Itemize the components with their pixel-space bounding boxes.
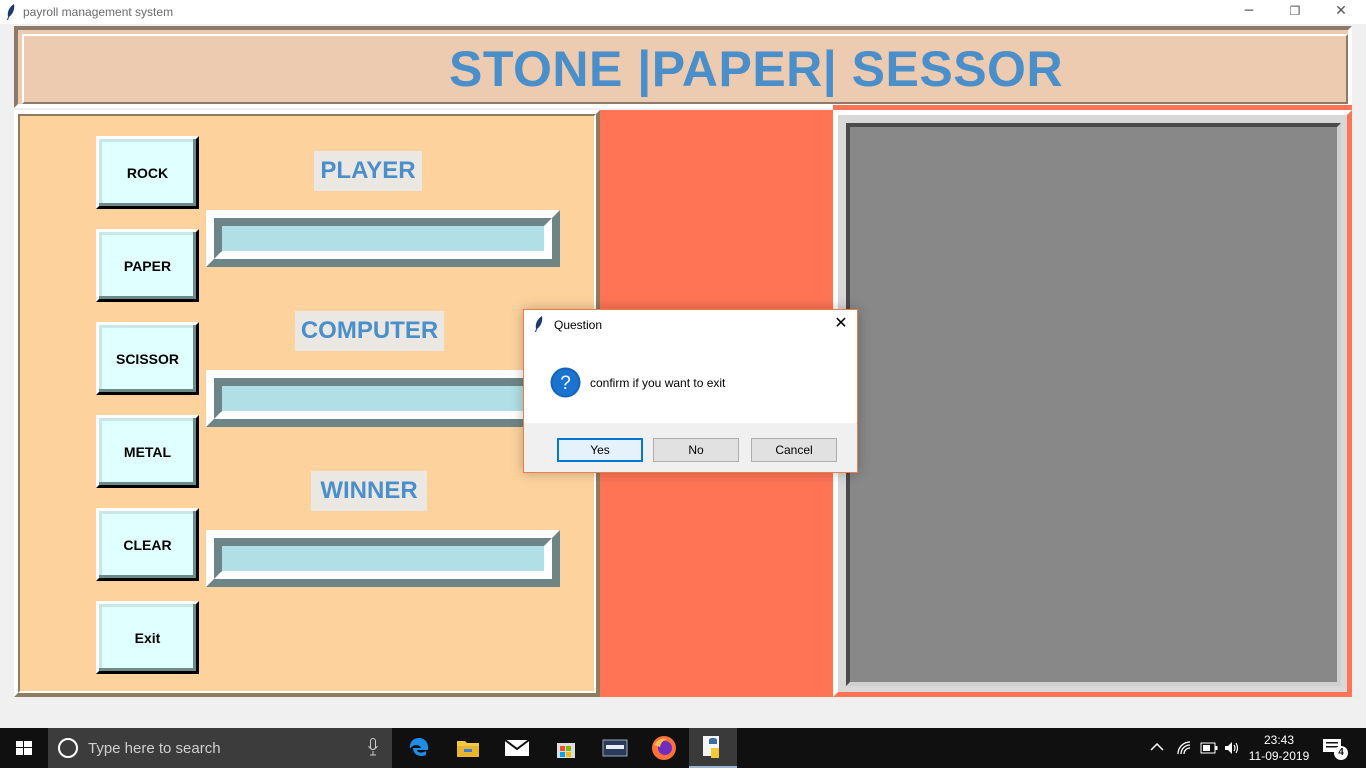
window-title: payroll management system	[23, 5, 174, 19]
display-panel	[833, 110, 1352, 697]
winner-label: WINNER	[311, 471, 427, 511]
microphone-icon[interactable]	[368, 738, 378, 756]
chevron-up-icon[interactable]	[1150, 742, 1164, 752]
windows-icon	[16, 741, 32, 755]
start-button[interactable]	[0, 728, 48, 768]
edge-icon[interactable]	[395, 728, 443, 768]
question-icon: ?	[550, 367, 581, 398]
exit-button[interactable]: Exit	[96, 601, 199, 674]
restore-button[interactable]: ❐	[1272, 0, 1318, 24]
dialog-button-bar: Yes No Cancel	[524, 423, 857, 472]
clock-date: 11-09-2019	[1248, 749, 1310, 763]
winner-entry[interactable]	[206, 530, 560, 587]
player-entry-field[interactable]	[214, 218, 552, 259]
app-header: STONE |PAPER| SESSOR	[14, 26, 1352, 108]
system-tray	[1150, 728, 1250, 768]
computer-label: COMPUTER	[295, 311, 444, 351]
firefox-icon[interactable]	[640, 728, 688, 768]
notification-center-button[interactable]: 4	[1322, 738, 1348, 760]
cancel-button[interactable]: Cancel	[751, 438, 837, 462]
computer-entry[interactable]	[206, 370, 560, 427]
battery-icon[interactable]	[1200, 742, 1218, 754]
player-label: PLAYER	[314, 151, 422, 191]
feather-icon	[535, 316, 543, 332]
close-button[interactable]: ✕	[1318, 0, 1364, 24]
window-title-bar: payroll management system ─ ❐ ✕	[0, 0, 1366, 24]
player-entry[interactable]	[206, 210, 560, 267]
display-canvas	[846, 123, 1341, 686]
metal-button[interactable]: METAL	[96, 415, 199, 488]
app-title: STONE |PAPER| SESSOR	[449, 41, 1064, 97]
file-explorer-icon[interactable]	[444, 728, 492, 768]
yes-button[interactable]: Yes	[557, 438, 643, 462]
clear-button[interactable]: CLEAR	[96, 508, 199, 581]
computer-entry-field[interactable]	[214, 378, 552, 419]
winner-entry-field[interactable]	[214, 538, 552, 579]
minimize-button[interactable]: ─	[1226, 0, 1272, 24]
speaker-icon[interactable]	[1224, 740, 1240, 756]
feather-icon	[7, 4, 15, 20]
taskbar-clock[interactable]: 23:43 11-09-2019	[1244, 732, 1314, 764]
wifi-icon[interactable]	[1176, 740, 1192, 756]
paper-button[interactable]: PAPER	[96, 229, 199, 302]
mysql-icon[interactable]	[591, 728, 639, 768]
notification-count-badge: 4	[1334, 746, 1348, 760]
dialog-title: Question	[554, 318, 603, 332]
search-placeholder: Type here to search	[88, 740, 221, 757]
store-icon[interactable]	[542, 728, 590, 768]
exit-confirm-dialog: Question ✕ ? confirm if you want to exit…	[523, 309, 858, 473]
dialog-message: confirm if you want to exit	[590, 376, 726, 390]
svg-text:?: ?	[560, 373, 571, 394]
cortana-icon	[58, 738, 78, 758]
display-panel-frame	[833, 110, 1352, 697]
no-button[interactable]: No	[653, 438, 739, 462]
rock-button[interactable]: ROCK	[96, 136, 199, 209]
clock-time: 23:43	[1263, 733, 1295, 747]
taskbar: Type here to search 23:43 11-09-2019 4	[0, 728, 1366, 768]
python-icon[interactable]	[689, 728, 737, 768]
taskbar-search[interactable]: Type here to search	[48, 728, 392, 768]
dialog-close-button[interactable]: ✕	[831, 313, 851, 333]
mail-icon[interactable]	[493, 728, 541, 768]
control-panel: ROCK PAPER SCISSOR METAL CLEAR Exit PLAY…	[14, 110, 600, 697]
scissor-button[interactable]: SCISSOR	[96, 322, 199, 395]
